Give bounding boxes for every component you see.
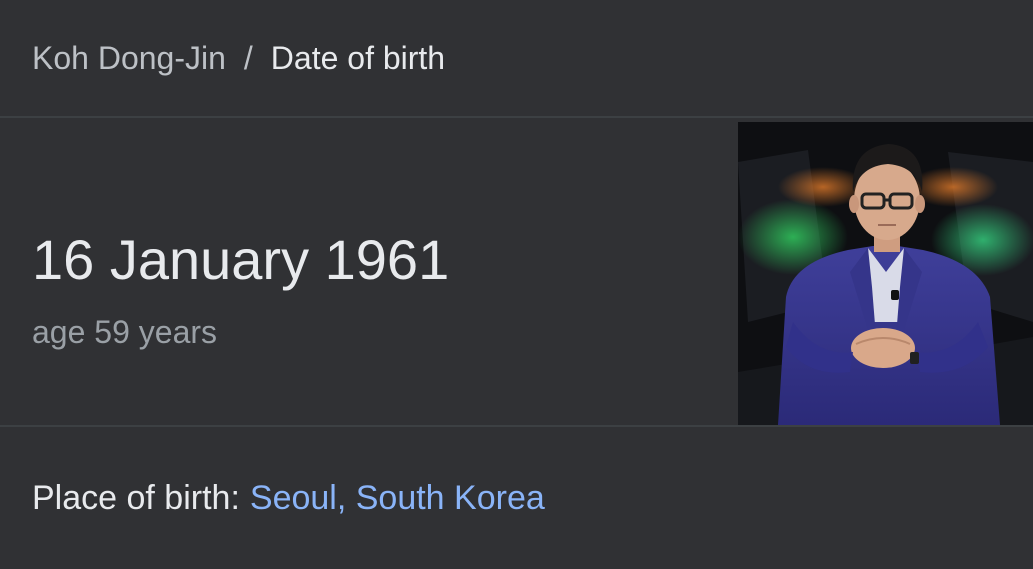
breadcrumb-separator: / bbox=[243, 39, 253, 76]
place-of-birth-label: Place of birth: bbox=[32, 478, 240, 517]
breadcrumb-attribute: Date of birth bbox=[270, 39, 446, 76]
knowledge-panel-card: Koh Dong-Jin / Date of birth 16 January … bbox=[0, 0, 1033, 569]
breadcrumb: Koh Dong-Jin / Date of birth bbox=[0, 0, 1033, 118]
age-subtext: age 59 years bbox=[32, 314, 218, 350]
breadcrumb-entity-link[interactable]: Koh Dong-Jin bbox=[32, 40, 226, 77]
date-of-birth-answer: 16 January 1961 bbox=[32, 228, 450, 291]
person-photo[interactable] bbox=[738, 122, 1033, 425]
answer-text-block: 16 January 1961 age 59 years bbox=[32, 120, 712, 425]
place-of-birth-link[interactable]: Seoul, South Korea bbox=[250, 479, 545, 518]
answer-section: 16 January 1961 age 59 years bbox=[0, 120, 1033, 425]
place-of-birth-row: Place of birth: Seoul, South Korea bbox=[0, 425, 1033, 569]
